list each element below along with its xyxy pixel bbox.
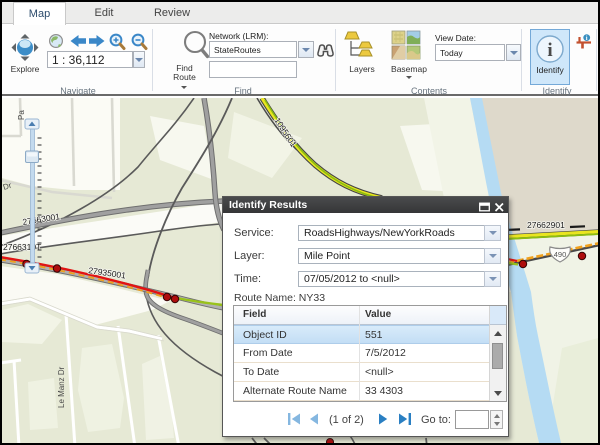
svg-text:i: i xyxy=(586,35,588,42)
svg-text:27662901: 27662901 xyxy=(527,220,565,230)
svg-text:2766310T: 2766310T xyxy=(3,242,41,252)
svg-text:Pa: Pa xyxy=(17,110,26,120)
svg-text:Le Manz Dr: Le Manz Dr xyxy=(57,366,66,408)
svg-text:(1 of 2): (1 of 2) xyxy=(329,414,364,426)
svg-text:i: i xyxy=(547,40,552,61)
svg-text:490: 490 xyxy=(554,250,567,259)
svg-text:Go to:: Go to: xyxy=(421,414,451,426)
